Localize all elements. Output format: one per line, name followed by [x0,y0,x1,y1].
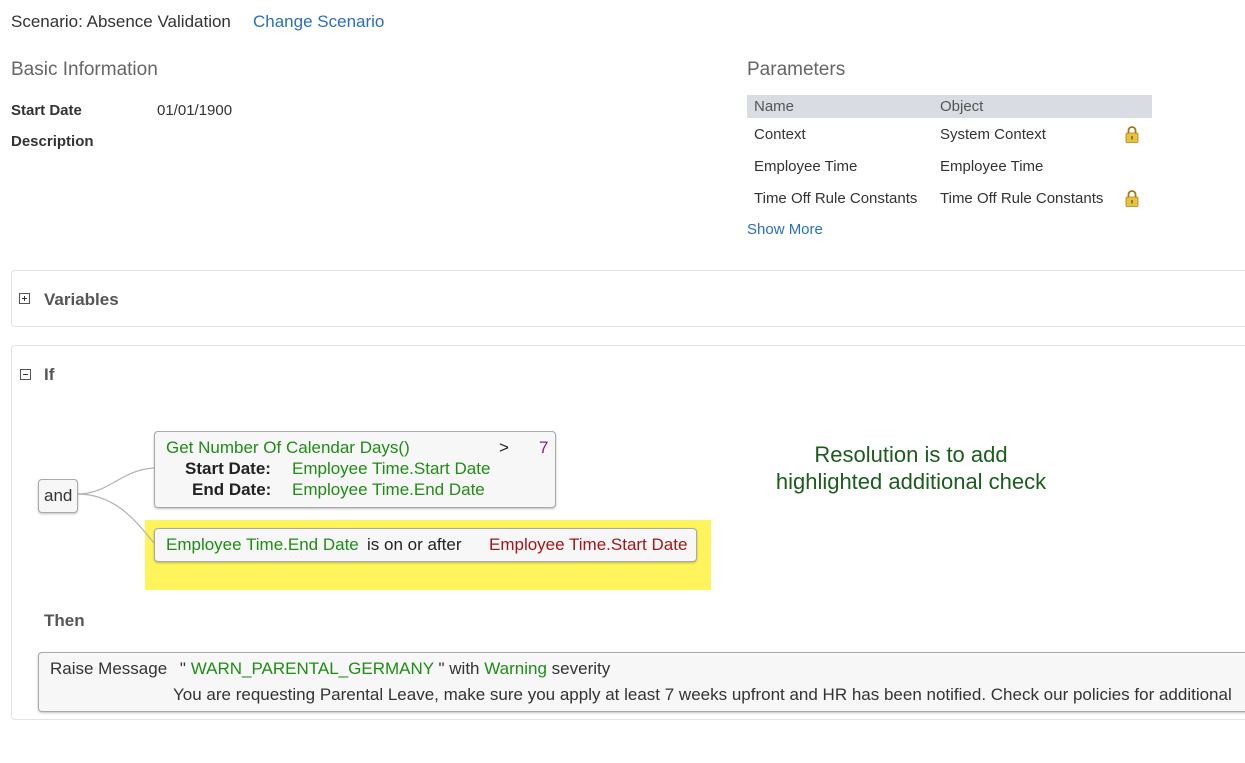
then-heading: Then [44,611,85,630]
message-code[interactable]: WARN_PARENTAL_GERMANY [191,659,434,678]
annotation-line-1: Resolution is to add [814,442,1008,467]
function-name[interactable]: Get Number Of Calendar Days() [166,438,410,458]
left-expression[interactable]: Employee Time.End Date [166,535,359,555]
connector-lines [76,467,155,544]
operator-label: and [44,486,73,505]
raise-message-box[interactable]: Raise Message " WARN_PARENTAL_GERMANY " … [38,652,1245,712]
severity-value[interactable]: Warning [484,659,547,678]
severity-label: severity [551,659,611,678]
condition-box[interactable]: Get Number Of Calendar Days() > 7 Start … [154,431,556,508]
quote-open: " [179,659,186,678]
action-label: Raise Message [50,659,168,678]
right-expression[interactable]: Employee Time.Start Date [489,535,687,555]
comparator[interactable]: > [499,438,509,458]
end-date-param-label: End Date: [192,480,272,499]
start-date-param-label: Start Date: [185,459,271,478]
message-text: You are requesting Parental Leave, make … [173,685,1232,704]
annotation-note: Resolution is to add highlighted additio… [735,441,1087,495]
annotation-line-2: highlighted additional check [775,469,1047,494]
message-action-line: Raise Message " WARN_PARENTAL_GERMANY " … [50,659,610,679]
and-operator-node[interactable]: and [38,479,78,513]
quote-close: " with [438,659,480,678]
start-date-param-value[interactable]: Employee Time.Start Date [292,459,490,479]
end-date-param-value[interactable]: Employee Time.End Date [292,480,485,500]
condition-operator[interactable]: is on or after [367,535,462,555]
compare-value[interactable]: 7 [539,438,548,458]
highlighted-condition-box[interactable]: Employee Time.End Date is on or after Em… [154,528,697,562]
